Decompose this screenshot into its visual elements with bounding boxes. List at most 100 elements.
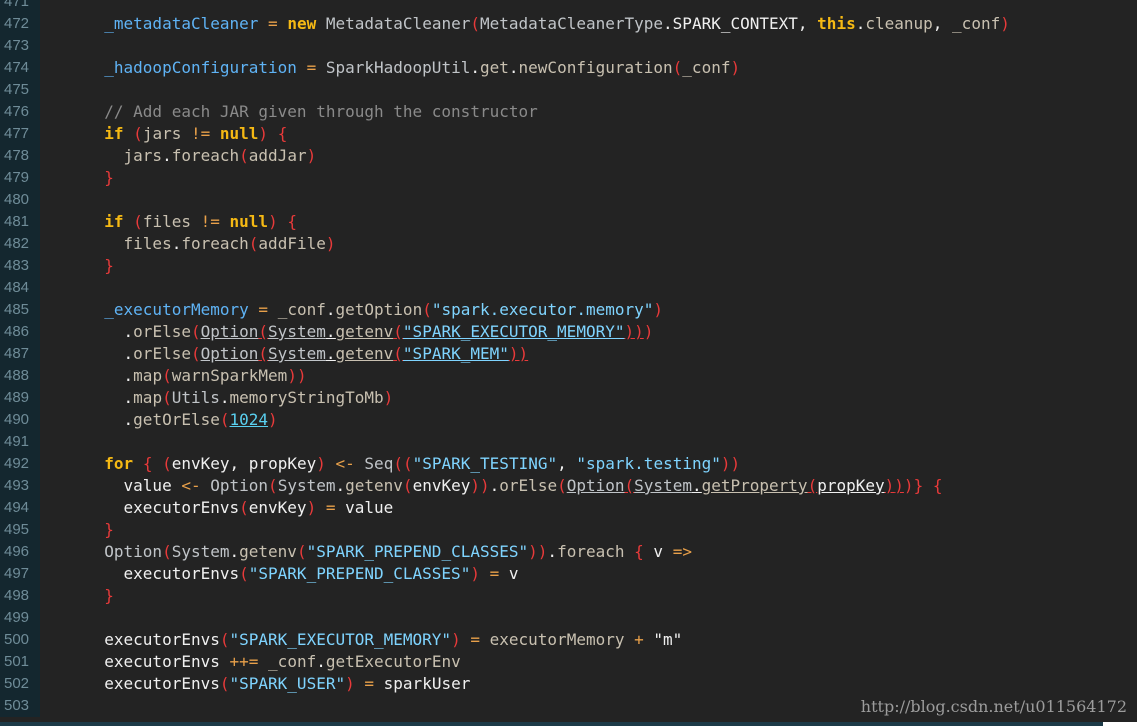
code-token: ( <box>162 366 172 385</box>
code-line[interactable]: 481 if (files != null) { <box>0 211 1137 233</box>
code-text[interactable]: .map(warnSparkMem)) <box>85 365 307 387</box>
code-token: . <box>85 366 134 385</box>
code-line[interactable]: 492 for { (envKey, propKey) <- Seq(("SPA… <box>0 453 1137 475</box>
code-token: executorEnvs <box>104 630 220 649</box>
code-text[interactable]: } <box>85 255 114 277</box>
code-token: "SPARK_PREPEND_CLASSES" <box>306 542 529 561</box>
line-number: 474 <box>0 57 40 79</box>
code-text[interactable]: .orElse(Option(System.getenv("SPARK_MEM"… <box>85 343 529 365</box>
code-line[interactable]: 499 <box>0 607 1137 629</box>
code-line[interactable]: 497 executorEnvs("SPARK_PREPEND_CLASSES"… <box>0 563 1137 585</box>
code-line[interactable]: 486 .orElse(Option(System.getenv("SPARK_… <box>0 321 1137 343</box>
code-line[interactable]: 496 Option(System.getenv("SPARK_PREPEND_… <box>0 541 1137 563</box>
code-token: ( <box>268 476 278 495</box>
code-line[interactable]: 491 <box>0 431 1137 453</box>
code-line[interactable]: 472 _metadataCleaner = new MetadataClean… <box>0 13 1137 35</box>
code-text[interactable]: .map(Utils.memoryStringToMb) <box>85 387 394 409</box>
code-token: } <box>913 476 924 495</box>
code-token: // Add each JAR given through the constr… <box>104 102 538 121</box>
code-line[interactable]: 474 _hadoopConfiguration = SparkHadoopUt… <box>0 57 1137 79</box>
code-line[interactable]: 484 <box>0 277 1137 299</box>
code-line[interactable]: 489 .map(Utils.memoryStringToMb) <box>0 387 1137 409</box>
line-number: 480 <box>0 189 40 211</box>
code-line[interactable]: 477 if (jars != null) { <box>0 123 1137 145</box>
line-number: 494 <box>0 497 40 519</box>
code-line[interactable]: 501 executorEnvs ++= _conf.getExecutorEn… <box>0 651 1137 673</box>
code-token: ) <box>730 58 741 77</box>
code-text[interactable]: _hadoopConfiguration = SparkHadoopUtil.g… <box>85 57 740 79</box>
scrollbar-thumb[interactable] <box>1103 722 1137 726</box>
code-line[interactable]: 475 <box>0 79 1137 101</box>
code-text[interactable]: // Add each JAR given through the constr… <box>85 101 538 123</box>
code-token: = <box>258 300 269 319</box>
code-line[interactable]: 502 executorEnvs("SPARK_USER") = sparkUs… <box>0 673 1137 695</box>
code-text[interactable]: executorEnvs("SPARK_USER") = sparkUser <box>85 673 470 695</box>
code-token: ) <box>480 476 490 495</box>
code-text[interactable]: if (files != null) { <box>85 211 297 233</box>
code-text[interactable]: .getOrElse(1024) <box>85 409 278 431</box>
code-text[interactable]: executorEnvs ++= _conf.getExecutorEnv <box>85 651 460 673</box>
code-line[interactable]: 483 } <box>0 255 1137 277</box>
code-text[interactable]: executorEnvs("SPARK_PREPEND_CLASSES") = … <box>85 563 519 585</box>
line-number: 492 <box>0 453 40 475</box>
code-text[interactable]: files.foreach(addFile) <box>85 233 336 255</box>
code-text[interactable]: } <box>85 167 114 189</box>
code-text[interactable]: executorEnvs("SPARK_EXECUTOR_MEMORY") = … <box>85 629 682 651</box>
code-line[interactable]: 473 <box>0 35 1137 57</box>
code-text[interactable]: jars.foreach(addJar) <box>85 145 317 167</box>
line-number: 484 <box>0 277 40 299</box>
code-token: { <box>287 212 297 231</box>
line-number: 481 <box>0 211 40 233</box>
code-text[interactable]: for { (envKey, propKey) <- Seq(("SPARK_T… <box>85 453 740 475</box>
code-line[interactable]: 479 } <box>0 167 1137 189</box>
code-text[interactable]: value <- Option(System.getenv(envKey)).o… <box>85 475 943 497</box>
code-text[interactable]: executorEnvs(envKey) = value <box>85 497 394 519</box>
code-token: . <box>489 476 500 495</box>
code-token: ( <box>624 476 635 495</box>
code-token: orElse <box>499 476 558 495</box>
code-token: getOrElse <box>133 410 220 429</box>
code-token: . <box>162 146 172 165</box>
code-line[interactable]: 471 <box>0 0 1137 13</box>
code-token: } <box>104 168 114 187</box>
line-number: 493 <box>0 475 40 497</box>
horizontal-scrollbar[interactable] <box>0 722 1137 726</box>
code-line[interactable]: 478 jars.foreach(addJar) <box>0 145 1137 167</box>
line-number: 485 <box>0 299 40 321</box>
code-line[interactable]: 476 // Add each JAR given through the co… <box>0 101 1137 123</box>
code-line[interactable]: 495 } <box>0 519 1137 541</box>
code-line[interactable]: 498 } <box>0 585 1137 607</box>
line-number: 489 <box>0 387 40 409</box>
code-token: ) <box>643 322 654 341</box>
code-line[interactable]: 480 <box>0 189 1137 211</box>
code-text[interactable]: if (jars != null) { <box>85 123 287 145</box>
code-text[interactable]: .orElse(Option(System.getenv("SPARK_EXEC… <box>85 321 654 343</box>
code-token: { <box>932 476 943 495</box>
code-text[interactable]: } <box>85 519 114 541</box>
code-text[interactable]: Option(System.getenv("SPARK_PREPEND_CLAS… <box>85 541 692 563</box>
code-line[interactable]: 482 files.foreach(addFile) <box>0 233 1137 255</box>
code-text[interactable]: _metadataCleaner = new MetadataCleaner(M… <box>85 13 1010 35</box>
code-token: . <box>470 58 480 77</box>
code-line[interactable]: 500 executorEnvs("SPARK_EXECUTOR_MEMORY"… <box>0 629 1137 651</box>
code-line[interactable]: 490 .getOrElse(1024) <box>0 409 1137 431</box>
code-text[interactable]: _executorMemory = _conf.getOption("spark… <box>85 299 663 321</box>
code-token: ) <box>451 630 461 649</box>
code-line[interactable]: 494 executorEnvs(envKey) = value <box>0 497 1137 519</box>
code-text[interactable]: } <box>85 585 114 607</box>
code-token: . <box>547 542 558 561</box>
code-line[interactable]: 485 _executorMemory = _conf.getOption("s… <box>0 299 1137 321</box>
code-token: ( <box>402 454 413 473</box>
code-token: . <box>316 652 326 671</box>
code-token: ) <box>653 300 664 319</box>
code-line[interactable]: 488 .map(warnSparkMem)) <box>0 365 1137 387</box>
line-number: 479 <box>0 167 40 189</box>
code-token: envKey <box>412 476 471 495</box>
code-token: get <box>479 58 509 77</box>
code-line[interactable]: 493 value <- Option(System.getenv(envKey… <box>0 475 1137 497</box>
code-line[interactable]: 487 .orElse(Option(System.getenv("SPARK_… <box>0 343 1137 365</box>
code-editor[interactable]: 471 472 _metadataCleaner = new MetadataCl… <box>0 0 1137 717</box>
